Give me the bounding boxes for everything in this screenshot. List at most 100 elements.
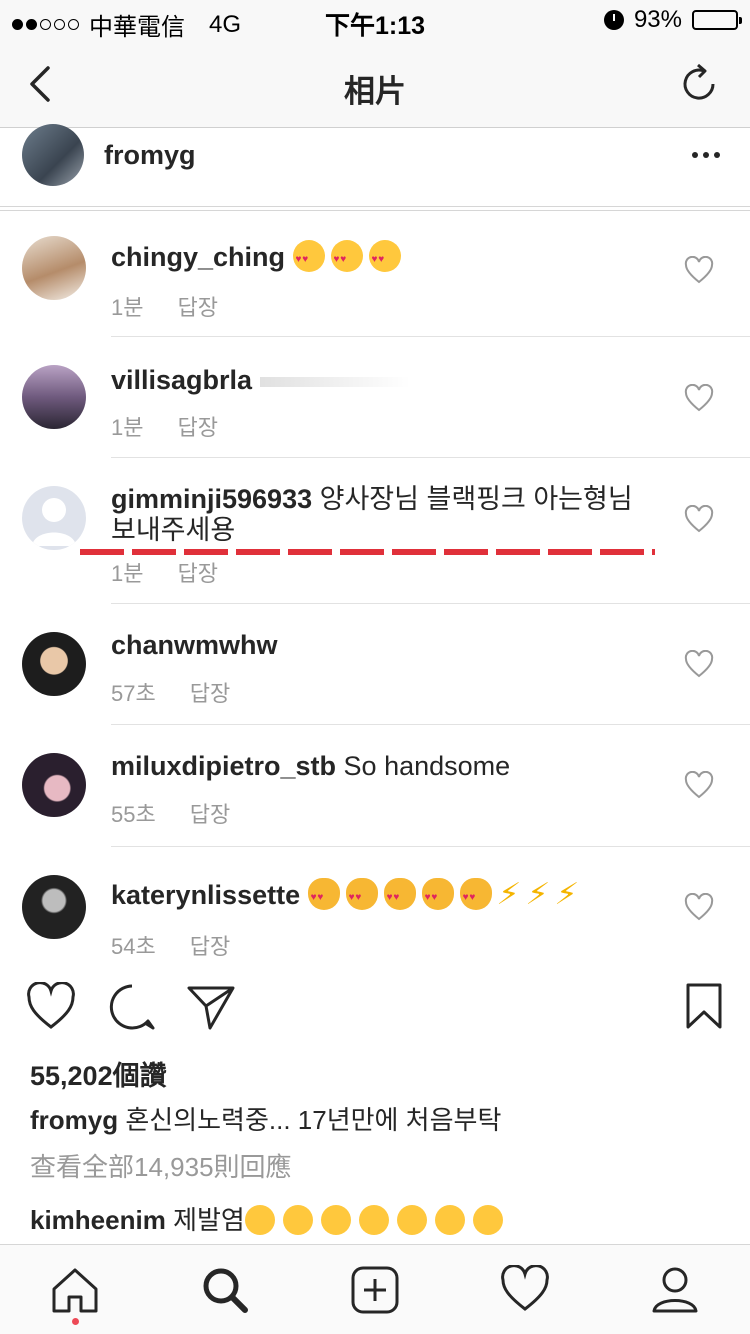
kissing-face-icon bbox=[368, 240, 401, 275]
home-icon[interactable] bbox=[50, 1265, 100, 1315]
status-bar: 中華電信 4G 下午1:13 93% bbox=[0, 0, 750, 41]
comment-username[interactable]: miluxdipietro_stb bbox=[111, 751, 336, 781]
battery-percent: 93% bbox=[633, 6, 682, 33]
like-heart-icon[interactable] bbox=[26, 982, 76, 1032]
reply-button[interactable]: 답장 bbox=[190, 797, 230, 829]
heart-icon[interactable] bbox=[684, 650, 714, 678]
recent-comment-username[interactable]: kimheenim bbox=[30, 1205, 166, 1235]
person-bowing-icon bbox=[244, 1205, 275, 1235]
comment-meta: 54초 답장 bbox=[111, 929, 230, 961]
alarm-icon bbox=[603, 10, 624, 30]
avatar[interactable] bbox=[22, 124, 84, 186]
post-caption: fromyg 혼신의노력중... 17년만에 처음부탁 bbox=[30, 1100, 730, 1137]
heart-icon[interactable] bbox=[684, 256, 714, 284]
caption-username[interactable]: fromyg bbox=[30, 1105, 118, 1135]
comment-time: 54초 bbox=[111, 934, 156, 959]
notification-dot bbox=[72, 1318, 79, 1325]
heart-icon[interactable] bbox=[684, 771, 714, 799]
comment-username[interactable]: villisagbrla bbox=[111, 365, 252, 395]
comment-emojis: ⚡⚡⚡ bbox=[307, 878, 585, 913]
comment-item: gimminji596933 양사장님 블랙핑크 아는형님보내주세용 1분 답장 bbox=[0, 458, 750, 604]
comment-text: miluxdipietro_stb So handsome bbox=[111, 751, 651, 782]
bookmark-icon[interactable] bbox=[680, 982, 730, 1032]
post-actions bbox=[0, 982, 750, 1042]
comment-text: katerynlissette ⚡⚡⚡ bbox=[111, 878, 651, 913]
folded-hands-icon bbox=[320, 1205, 351, 1235]
caption-text: 혼신의노력중... 17년만에 처음부탁 bbox=[125, 1105, 502, 1135]
comment-item: chingy_ching 1분 답장 bbox=[0, 212, 750, 337]
comment-time: 57초 bbox=[111, 681, 156, 706]
activity-heart-icon[interactable] bbox=[500, 1265, 550, 1315]
share-paper-plane-icon[interactable] bbox=[186, 982, 236, 1032]
battery-icon bbox=[692, 10, 742, 30]
comment-time: 1분 bbox=[111, 561, 144, 586]
refresh-icon[interactable] bbox=[680, 62, 720, 106]
avatar[interactable] bbox=[22, 753, 86, 817]
lightning-icon: ⚡ bbox=[523, 878, 551, 911]
comment-text: chingy_ching bbox=[111, 240, 651, 275]
comment-meta: 1분 답장 bbox=[111, 410, 218, 442]
comment-item: katerynlissette ⚡⚡⚡ 54초 답장 bbox=[0, 847, 750, 967]
comment-time: 1분 bbox=[111, 415, 144, 440]
heart-icon[interactable] bbox=[684, 505, 714, 533]
heart-eyes-cat-icon bbox=[345, 878, 378, 913]
reply-button[interactable]: 답장 bbox=[190, 676, 230, 708]
page-title: 相片 bbox=[344, 74, 406, 109]
clapping-hands-icon bbox=[472, 1205, 503, 1235]
comment-emojis bbox=[292, 240, 407, 275]
comment-username[interactable]: katerynlissette bbox=[111, 880, 300, 910]
comment-bubble-icon[interactable] bbox=[107, 982, 157, 1032]
status-right: 93% bbox=[603, 6, 742, 34]
comment-item: villisagbrla 1분 답장 bbox=[0, 337, 750, 458]
kissing-face-icon bbox=[292, 240, 325, 275]
post-header: fromyg bbox=[0, 124, 750, 208]
heart-icon[interactable] bbox=[684, 384, 714, 412]
comment-meta: 55초 답장 bbox=[111, 797, 230, 829]
comment-username[interactable]: chingy_ching bbox=[111, 242, 285, 272]
avatar[interactable] bbox=[22, 875, 86, 939]
clapping-hands-icon bbox=[358, 1205, 389, 1235]
reply-button[interactable]: 답장 bbox=[190, 929, 230, 961]
comment-time: 1분 bbox=[111, 295, 144, 320]
comment-text: gimminji596933 양사장님 블랙핑크 아는형님보내주세용 bbox=[111, 484, 641, 546]
nav-bar: 相片 bbox=[0, 40, 750, 128]
lightning-icon: ⚡ bbox=[494, 878, 522, 911]
comment-time: 55초 bbox=[111, 802, 156, 827]
avatar[interactable] bbox=[22, 632, 86, 696]
red-annotation-underline bbox=[80, 549, 655, 555]
avatar[interactable] bbox=[22, 365, 86, 429]
clapping-hands-icon bbox=[434, 1205, 465, 1235]
search-icon[interactable] bbox=[200, 1265, 250, 1315]
post-username[interactable]: fromyg bbox=[104, 140, 196, 171]
divider bbox=[0, 206, 750, 211]
recent-comment-text: 제발염 bbox=[173, 1205, 245, 1235]
comment-username[interactable]: chanwmwhw bbox=[111, 630, 278, 660]
profile-icon[interactable] bbox=[650, 1265, 700, 1315]
heart-icon[interactable] bbox=[684, 893, 714, 921]
comment-item: miluxdipietro_stb So handsome 55초 답장 bbox=[0, 725, 750, 847]
default-avatar-icon[interactable] bbox=[22, 486, 86, 550]
more-options-icon[interactable] bbox=[692, 152, 720, 158]
comment-meta: 1분 답장 bbox=[111, 556, 218, 588]
heart-eyes-cat-icon bbox=[421, 878, 454, 913]
lightning-icon: ⚡ bbox=[552, 878, 580, 911]
heart-eyes-cat-icon bbox=[307, 878, 340, 913]
avatar[interactable] bbox=[22, 236, 86, 300]
comment-item: chanwmwhw 57초 답장 bbox=[0, 604, 750, 725]
view-all-comments-link[interactable]: 查看全部14,935則回應 bbox=[30, 1147, 292, 1184]
reply-button[interactable]: 답장 bbox=[177, 556, 217, 588]
comment-text: villisagbrla bbox=[111, 365, 651, 396]
kissing-face-icon bbox=[330, 240, 363, 275]
heart-eyes-cat-icon bbox=[383, 878, 416, 913]
comment-username[interactable]: gimminji596933 bbox=[111, 484, 312, 514]
redacted-text bbox=[259, 376, 410, 387]
heart-eyes-cat-icon bbox=[459, 878, 492, 913]
bottom-tab-bar bbox=[0, 1244, 750, 1334]
like-count[interactable]: 55,202個讚 bbox=[30, 1054, 167, 1093]
reply-button[interactable]: 답장 bbox=[177, 410, 217, 442]
raising-hands-icon bbox=[282, 1205, 313, 1235]
new-post-icon[interactable] bbox=[350, 1265, 400, 1315]
comment-body: So handsome bbox=[343, 751, 511, 781]
comment-meta: 1분 답장 bbox=[111, 290, 218, 322]
reply-button[interactable]: 답장 bbox=[177, 290, 217, 322]
